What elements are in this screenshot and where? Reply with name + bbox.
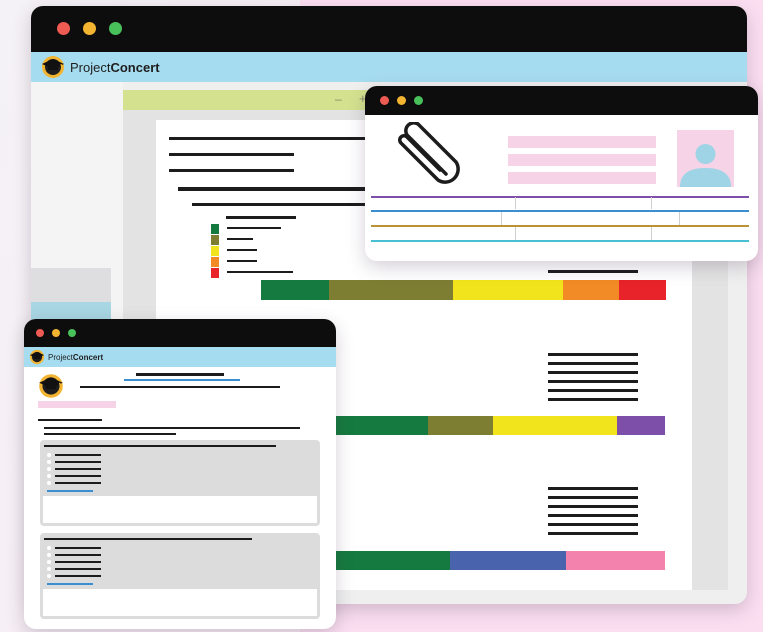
radio-option[interactable] bbox=[47, 574, 51, 578]
bar2-segment-0 bbox=[331, 416, 429, 435]
stacked-bar-1 bbox=[261, 280, 666, 300]
mobile-pink-block bbox=[38, 401, 116, 408]
radio-option[interactable] bbox=[47, 460, 51, 464]
card-rule bbox=[371, 225, 749, 227]
card-close-button[interactable] bbox=[380, 96, 389, 105]
attachment-card-window bbox=[365, 86, 758, 261]
bar3-segment-0 bbox=[331, 551, 450, 570]
main-titlebar bbox=[31, 6, 747, 52]
sidebar-item[interactable] bbox=[31, 268, 111, 302]
legend-swatch bbox=[211, 224, 219, 234]
bar1-segment-4 bbox=[618, 280, 666, 300]
stacked-bar-2 bbox=[331, 416, 665, 435]
bar1-segment-1 bbox=[328, 280, 454, 300]
card-rule bbox=[371, 196, 749, 198]
minimize-button[interactable] bbox=[83, 22, 96, 35]
bar2-segment-2 bbox=[492, 416, 617, 435]
mobile-brand-bar: Project Concert bbox=[24, 347, 336, 367]
brand-name-prefix: Project bbox=[70, 59, 111, 75]
bar3-segment-2 bbox=[565, 551, 665, 570]
card-text-block bbox=[508, 136, 656, 148]
radio-option[interactable] bbox=[47, 481, 51, 485]
person-avatar-icon bbox=[677, 130, 734, 187]
answer-textarea[interactable] bbox=[43, 496, 317, 523]
legend-swatch bbox=[211, 246, 219, 256]
card-maximize-button[interactable] bbox=[414, 96, 423, 105]
answer-link[interactable] bbox=[47, 490, 93, 492]
mobile-minimize-button[interactable] bbox=[52, 329, 60, 337]
radio-option[interactable] bbox=[47, 474, 51, 478]
card-text-block bbox=[508, 172, 656, 184]
viewer-minimize-button[interactable]: – bbox=[335, 92, 342, 106]
question-box bbox=[40, 440, 320, 526]
bar3-segment-1 bbox=[449, 551, 566, 570]
close-button[interactable] bbox=[57, 22, 70, 35]
mobile-window: Project Concert bbox=[24, 319, 336, 629]
bar2-segment-1 bbox=[428, 416, 493, 435]
maximize-button[interactable] bbox=[109, 22, 122, 35]
mobile-titlebar bbox=[24, 319, 336, 347]
card-rule bbox=[371, 210, 749, 212]
graduation-cap-icon bbox=[39, 374, 63, 398]
mobile-brand-logo[interactable]: Project Concert bbox=[28, 349, 103, 365]
card-minimize-button[interactable] bbox=[397, 96, 406, 105]
answer-link[interactable] bbox=[47, 583, 93, 585]
radio-option[interactable] bbox=[47, 560, 51, 564]
card-titlebar bbox=[365, 86, 758, 115]
radio-option[interactable] bbox=[47, 567, 51, 571]
answer-textarea[interactable] bbox=[43, 589, 317, 616]
legend-swatch bbox=[211, 268, 219, 278]
brand-name-suffix: Concert bbox=[72, 352, 104, 362]
main-brand-bar: Project Concert bbox=[31, 52, 747, 82]
radio-option[interactable] bbox=[47, 453, 51, 457]
brand-name-prefix: Project bbox=[48, 352, 73, 362]
bar1-segment-3 bbox=[563, 280, 619, 300]
stacked-bar-3 bbox=[331, 551, 665, 570]
legend-swatch bbox=[211, 257, 219, 267]
radio-option[interactable] bbox=[47, 546, 51, 550]
legend-swatch bbox=[211, 235, 219, 245]
card-rule bbox=[371, 240, 749, 242]
mobile-link[interactable] bbox=[124, 379, 240, 381]
bar2-segment-3 bbox=[616, 416, 665, 435]
mobile-close-button[interactable] bbox=[36, 329, 44, 337]
brand-name-suffix: Concert bbox=[110, 59, 160, 75]
radio-option[interactable] bbox=[47, 467, 51, 471]
paperclip-icon[interactable] bbox=[390, 122, 462, 188]
mobile-maximize-button[interactable] bbox=[68, 329, 76, 337]
bar1-segment-0 bbox=[261, 280, 329, 300]
main-brand-logo[interactable]: Project Concert bbox=[39, 55, 160, 79]
card-text-block bbox=[508, 154, 656, 166]
radio-option[interactable] bbox=[47, 553, 51, 557]
bar1-segment-2 bbox=[453, 280, 564, 300]
question-box bbox=[40, 533, 320, 619]
graduation-cap-icon bbox=[29, 349, 45, 365]
graduation-cap-icon bbox=[42, 56, 64, 78]
